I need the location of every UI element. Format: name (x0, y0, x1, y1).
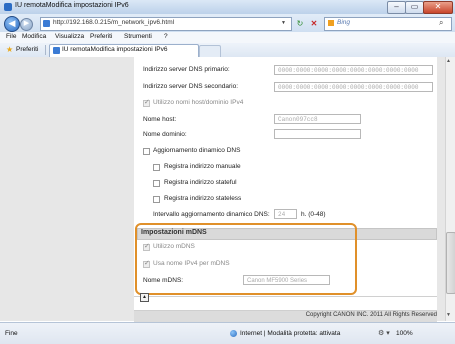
left-margin (0, 57, 134, 321)
ddns-interval-unit: h. (0-48) (301, 211, 326, 218)
menu-preferiti[interactable]: Preferiti (90, 33, 112, 40)
window-title: IU remotaModifica impostazioni IPv6 (15, 2, 129, 9)
menu-help[interactable]: ? (164, 33, 168, 40)
dns-primary-input[interactable]: 0000:0000:0000:0000:0000:0000:0000:0000 (274, 65, 433, 75)
ddns-interval-input[interactable]: 24 (274, 209, 297, 219)
stop-icon[interactable]: ✕ (308, 18, 320, 29)
domain-name-label: Nome dominio: (143, 131, 187, 138)
page-top-button[interactable]: ▲ (140, 293, 149, 302)
use-ipv4-host-label: Utilizzo nomi host/dominio IPv4 (153, 99, 244, 106)
dns-secondary-label: Indirizzo server DNS secondario: (143, 83, 239, 90)
copyright-text: Copyright CANON INC. 2011 All Rights Res… (305, 312, 437, 318)
tab-page-icon (53, 47, 60, 54)
menu-visualizza[interactable]: Visualizza (55, 33, 84, 40)
right-margin (437, 57, 445, 321)
back-button[interactable]: ◀ (4, 16, 20, 32)
security-zone-text[interactable]: Internet | Modalità protetta: attivata (240, 330, 340, 337)
refresh-icon[interactable]: ↻ (294, 18, 306, 29)
ddns-label: Aggiornamento dinamico DNS (153, 147, 241, 154)
dns-primary-label: Indirizzo server DNS primario: (143, 66, 230, 73)
address-dropdown-icon[interactable]: ▼ (281, 20, 286, 26)
status-text: Fine (5, 330, 18, 337)
tools-icon[interactable]: ⚙ ▾ (378, 329, 390, 337)
host-name-label: Nome host: (143, 116, 177, 123)
page-icon (43, 20, 50, 27)
mdns-highlight-frame (135, 223, 357, 295)
ie-app-icon (4, 3, 12, 11)
menu-strumenti[interactable]: Strumenti (124, 33, 152, 40)
host-name-input[interactable]: Canon097cc8 (274, 114, 361, 124)
search-placeholder[interactable]: Bing (337, 19, 350, 26)
zoom-level[interactable]: 100% (396, 330, 413, 337)
favorites-star-icon[interactable]: ★ (6, 45, 13, 54)
favorites-button[interactable]: Preferiti (16, 46, 38, 53)
register-manual-checkbox[interactable] (153, 164, 160, 171)
register-stateless-checkbox[interactable] (153, 196, 160, 203)
ddns-interval-label: Intervallo aggiornamento dinamico DNS: (153, 211, 270, 218)
close-button[interactable]: ✕ (423, 1, 453, 14)
minimize-button[interactable]: – (387, 1, 406, 14)
divider (134, 296, 437, 297)
scrollbar-thumb[interactable] (446, 232, 455, 294)
search-icon[interactable]: ⌕ (439, 18, 443, 28)
forward-button[interactable]: ▶ (20, 18, 33, 31)
menu-file[interactable]: File (6, 33, 16, 40)
globe-icon (230, 330, 237, 337)
tab-title[interactable]: IU remotaModifica impostazioni IPv6 (62, 46, 168, 53)
register-manual-label: Registra indirizzo manuale (164, 163, 241, 170)
ddns-checkbox[interactable] (143, 148, 150, 155)
menu-modifica[interactable]: Modifica (22, 33, 46, 40)
divider (45, 45, 46, 55)
register-stateful-label: Registra indirizzo stateful (164, 179, 237, 186)
use-ipv4-host-checkbox[interactable] (143, 98, 150, 107)
domain-name-input[interactable] (274, 129, 361, 139)
register-stateful-checkbox[interactable] (153, 180, 160, 187)
scroll-down-icon[interactable]: ▼ (446, 312, 451, 318)
dns-secondary-input[interactable]: 0000:0000:0000:0000:0000:0000:0000:0000 (274, 82, 433, 92)
register-stateless-label: Registra indirizzo stateless (164, 195, 242, 202)
maximize-button[interactable]: ▭ (405, 1, 424, 14)
address-text[interactable]: http://192.168.0.215/m_network_ipv6.html (53, 19, 174, 26)
scroll-up-icon[interactable]: ▲ (446, 58, 451, 64)
bing-icon (328, 20, 334, 26)
